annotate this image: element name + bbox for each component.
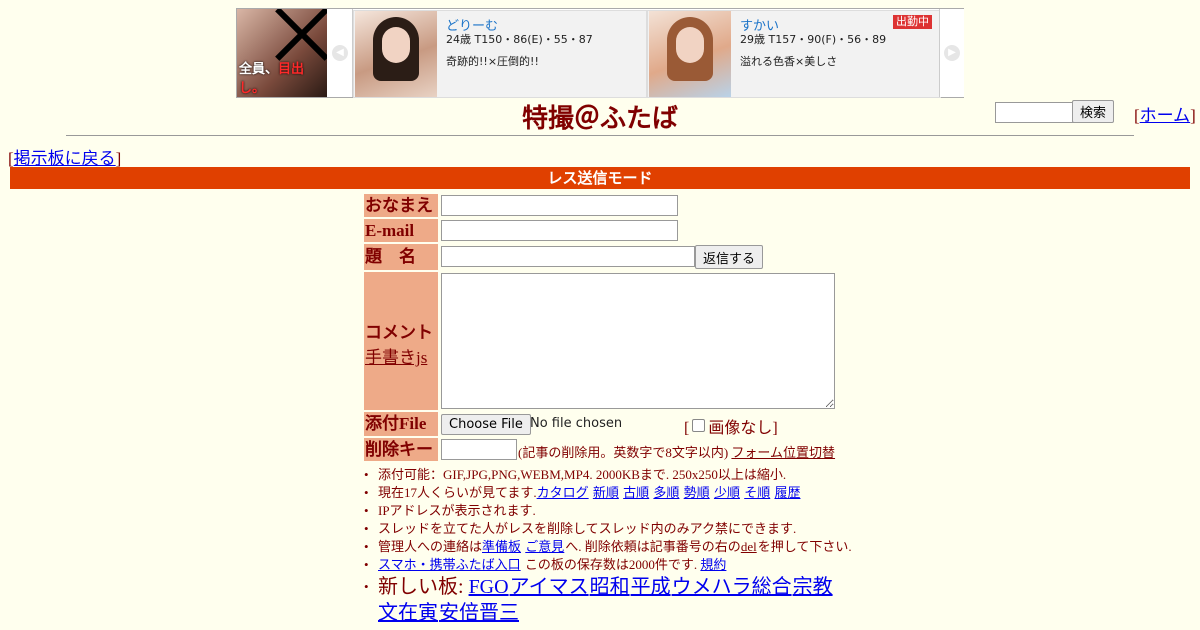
note-new-boards: 新しい板: FGOアイマス昭和平成ウメハラ総合宗教文在寅安倍晋三: [364, 574, 864, 626]
profile-photo: [355, 11, 437, 97]
board-link[interactable]: ウメハラ総合: [672, 576, 792, 598]
submit-reply-button[interactable]: 返信する: [695, 245, 764, 269]
logo-text: 全員、目出し。: [239, 62, 305, 96]
back-link-wrapper: [掲示板に戻る]: [8, 149, 122, 168]
sort-old-link[interactable]: 古順: [623, 485, 649, 500]
mobile-entry-link[interactable]: スマホ・携帯ふたば入口: [378, 557, 521, 572]
back-to-board-link[interactable]: 掲示板に戻る: [14, 149, 116, 168]
profile-spec: 29歳 T157・90(F)・56・89: [740, 33, 887, 46]
comment-field[interactable]: [441, 273, 835, 409]
note-contact: 管理人への連絡は準備板 ご意見へ. 削除依頼は記事番号の右のdelを押して下さい…: [364, 538, 864, 556]
subject-field[interactable]: [441, 246, 695, 267]
contact-text: へ. 削除依頼は記事番号の右の: [565, 539, 741, 554]
note-mobile: スマホ・携帯ふたば入口 この板の保存数は2000件です. 規約: [364, 556, 864, 574]
chevron-right-icon: ▶: [944, 45, 960, 61]
board-link[interactable]: 宗教: [793, 576, 833, 598]
reply-mode-bar: レス送信モード: [10, 167, 1190, 189]
email-field[interactable]: [441, 220, 678, 241]
contact-text: 管理人への連絡は: [378, 539, 483, 554]
viewer-count: 現在17人くらいが見てます.: [378, 485, 537, 500]
rules-link[interactable]: 規約: [700, 557, 726, 572]
profile-catchphrase: 奇跡的!!×圧倒的!!: [446, 55, 539, 68]
ad-card[interactable]: どりーむ 24歳 T150・86(E)・55・87 奇跡的!!×圧倒的!!: [353, 10, 647, 98]
comment-label: コメント: [365, 323, 433, 342]
profile-photo: [649, 11, 731, 97]
name-field[interactable]: [441, 195, 678, 216]
feedback-link[interactable]: ご意見: [525, 539, 564, 554]
profile-spec: 24歳 T150・86(E)・55・87: [446, 33, 593, 46]
search-input[interactable]: [995, 102, 1077, 123]
sort-so-link[interactable]: そ順: [744, 485, 770, 500]
status-badge: 出勤中: [893, 15, 932, 29]
board-link[interactable]: 文在寅: [378, 602, 438, 624]
form-position-toggle-link[interactable]: フォーム位置切替: [731, 445, 835, 460]
ad-card[interactable]: すかい 出勤中 29歳 T157・90(F)・56・89 溢れる色香×美しさ: [647, 10, 941, 98]
del-link[interactable]: del: [741, 539, 757, 554]
board-link[interactable]: FGO: [469, 576, 509, 598]
delete-key-label: 削除キー: [364, 438, 438, 461]
board-notes: 添付可能：GIF,JPG,PNG,WEBM,MP4. 2000KBまで. 250…: [364, 466, 864, 626]
profile-catchphrase: 溢れる色香×美しさ: [740, 55, 838, 68]
contact-text: を押して下さい.: [757, 539, 852, 554]
no-image-checkbox[interactable]: [692, 419, 706, 432]
delete-key-field[interactable]: [441, 439, 517, 460]
email-label: E-mail: [364, 219, 438, 242]
search-button[interactable]: 検索: [1072, 100, 1115, 123]
sort-many-link[interactable]: 多順: [653, 485, 679, 500]
no-image-option: [画像なし]: [684, 419, 778, 437]
prep-board-link[interactable]: 準備板: [482, 539, 521, 554]
board-link[interactable]: 安倍晋三: [439, 602, 519, 624]
file-label: 添付File: [364, 412, 438, 436]
catalog-link[interactable]: カタログ: [537, 485, 589, 500]
note-attach: 添付可能：GIF,JPG,PNG,WEBM,MP4. 2000KBまで. 250…: [364, 466, 864, 484]
note-thread-owner: スレッドを立てた人がレスを削除してスレッド内のみアク禁にできます.: [364, 520, 864, 538]
delete-key-note: (記事の削除用。英数字で8文字以内): [518, 445, 729, 460]
comment-label-cell: コメント 手書きjs: [364, 272, 438, 410]
delete-key-note-wrapper: (記事の削除用。英数字で8文字以内) フォーム位置切替: [518, 442, 835, 461]
no-image-label: 画像なし: [708, 420, 773, 437]
file-status: No file chosen: [530, 416, 623, 431]
note-viewers: 現在17人くらいが見てます.カタログ 新順 古順 多順 勢順 少順 そ順 履歴: [364, 484, 864, 502]
board-link[interactable]: 昭和: [590, 576, 630, 598]
handwrite-link[interactable]: 手書きjs: [365, 348, 427, 367]
sort-few-link[interactable]: 少順: [714, 485, 740, 500]
ad-banner[interactable]: 全員、目出し。 ◀ どりーむ 24歳 T150・86(E)・55・87 奇跡的!…: [236, 8, 964, 98]
ad-next-button[interactable]: ▶: [939, 9, 964, 97]
chevron-left-icon: ◀: [332, 45, 348, 61]
note-ip: IPアドレスが表示されます.: [364, 502, 864, 520]
home-link[interactable]: ホーム: [1140, 106, 1191, 125]
choose-file-button[interactable]: Choose File: [441, 414, 531, 435]
board-link[interactable]: 平成: [631, 576, 671, 598]
new-boards-label: 新しい板:: [378, 576, 464, 598]
home-link-wrapper: [ホーム]: [1134, 106, 1196, 125]
sort-new-link[interactable]: 新順: [593, 485, 619, 500]
board-link[interactable]: アイマス: [510, 576, 589, 598]
storage-note: この板の保存数は2000件です.: [524, 557, 698, 572]
subject-label: 題 名: [364, 244, 438, 270]
name-label: おなまえ: [364, 194, 438, 217]
history-link[interactable]: 履歴: [774, 485, 800, 500]
sort-momentum-link[interactable]: 勢順: [684, 485, 710, 500]
ad-prev-button[interactable]: ◀: [328, 9, 353, 97]
divider: [66, 135, 1134, 136]
ad-logo[interactable]: 全員、目出し。: [237, 9, 327, 97]
